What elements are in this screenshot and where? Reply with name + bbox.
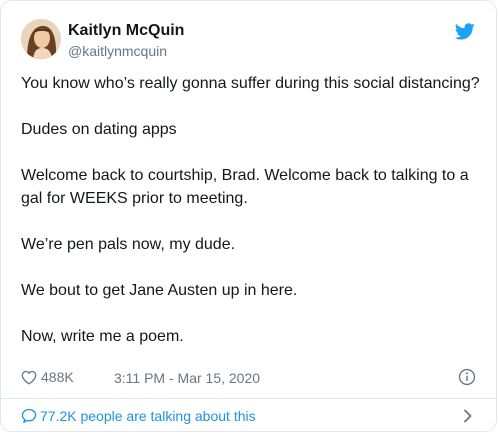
info-icon[interactable] — [458, 368, 476, 386]
tweet-paragraph: We’re pen pals now, my dude. — [21, 236, 236, 253]
heart-outline-icon — [21, 370, 37, 385]
author-names: Kaitlyn McQuin @kaitlynmcquin — [68, 21, 184, 60]
tweet-timestamp[interactable]: 3:11 PM - Mar 15, 2020 — [114, 370, 260, 386]
like-count: 488K — [41, 369, 74, 385]
divider — [1, 398, 496, 399]
tweet-meta: 488K 3:11 PM - Mar 15, 2020 — [21, 367, 476, 389]
display-name[interactable]: Kaitlyn McQuin — [68, 21, 184, 40]
talking-about-label: 77.2K people are talking about this — [40, 408, 256, 424]
twitter-bird-icon[interactable] — [455, 23, 475, 40]
tweet-card: Kaitlyn McQuin @kaitlynmcquin You know w… — [0, 0, 497, 432]
like-button[interactable]: 488K — [21, 369, 74, 385]
tweet-paragraph: We bout to get Jane Austen up in here. — [21, 282, 298, 299]
tweet-paragraph: You know who’s really gonna suffer durin… — [21, 75, 480, 92]
tweet-text: You know who’s really gonna suffer durin… — [21, 72, 483, 371]
tweet-header: Kaitlyn McQuin @kaitlynmcquin — [21, 17, 476, 61]
avatar-photo — [21, 19, 61, 59]
user-handle[interactable]: @kaitlynmcquin — [68, 42, 184, 60]
chat-bubble-icon — [21, 408, 37, 423]
tweet-paragraph: Dudes on dating apps — [21, 121, 177, 138]
tweet-paragraph: Welcome back to courtship, Brad. Welcome… — [21, 167, 469, 207]
chevron-right-icon[interactable] — [463, 409, 473, 423]
talking-about-link[interactable]: 77.2K people are talking about this — [21, 405, 476, 427]
avatar[interactable] — [21, 19, 61, 59]
tweet-paragraph: Now, write me a poem. — [21, 328, 184, 345]
